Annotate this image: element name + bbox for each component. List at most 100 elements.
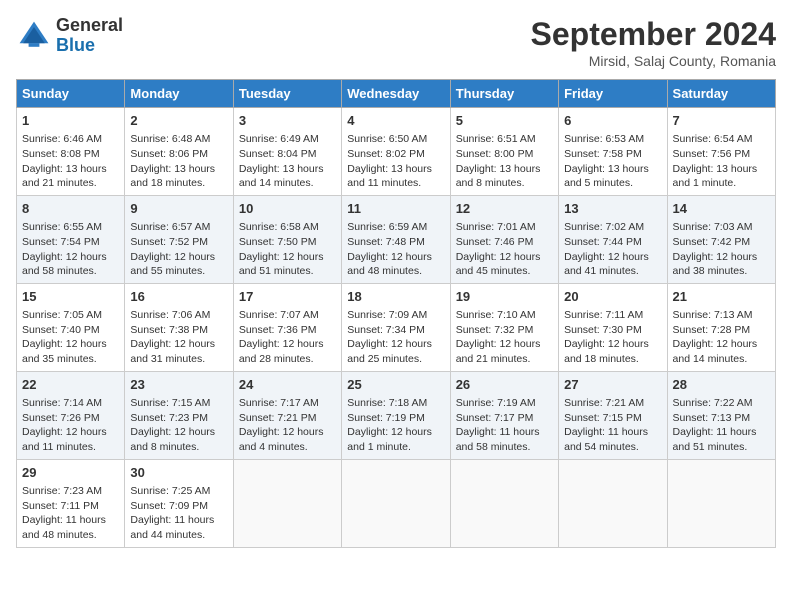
day-number: 2 [130, 112, 227, 130]
daylight: Daylight: 12 hours and 51 minutes. [239, 251, 324, 278]
day-number: 8 [22, 200, 119, 218]
daylight: Daylight: 13 hours and 14 minutes. [239, 163, 324, 190]
sunset: Sunset: 7:52 PM [130, 236, 208, 248]
calendar-cell: 29Sunrise: 7:23 AMSunset: 7:11 PMDayligh… [17, 459, 125, 547]
calendar-cell: 18Sunrise: 7:09 AMSunset: 7:34 PMDayligh… [342, 283, 450, 371]
calendar-cell: 1Sunrise: 6:46 AMSunset: 8:08 PMDaylight… [17, 108, 125, 196]
day-number: 26 [456, 376, 553, 394]
header-day-thursday: Thursday [450, 80, 558, 108]
sunrise: Sunrise: 6:55 AM [22, 221, 102, 233]
calendar-cell: 23Sunrise: 7:15 AMSunset: 7:23 PMDayligh… [125, 371, 233, 459]
sunrise: Sunrise: 7:15 AM [130, 397, 210, 409]
daylight: Daylight: 12 hours and 38 minutes. [673, 251, 758, 278]
calendar-cell [342, 459, 450, 547]
calendar-cell: 30Sunrise: 7:25 AMSunset: 7:09 PMDayligh… [125, 459, 233, 547]
calendar-cell: 24Sunrise: 7:17 AMSunset: 7:21 PMDayligh… [233, 371, 341, 459]
calendar-cell: 20 Sunrise: 7:11 AM Sunset: 7:30 PM Dayligh… [559, 283, 667, 371]
calendar-cell: 28Sunrise: 7:22 AMSunset: 7:13 PMDayligh… [667, 371, 775, 459]
day-number: 5 [456, 112, 553, 130]
day-number: 17 [239, 288, 336, 306]
sunrise: Sunrise: 7:22 AM [673, 397, 753, 409]
header-row: SundayMondayTuesdayWednesdayThursdayFrid… [17, 80, 776, 108]
daylight: Daylight: 12 hours and 4 minutes. [239, 426, 324, 453]
daylight: Daylight: 12 hours and 28 minutes. [239, 338, 324, 365]
sunset: Sunset: 7:42 PM [673, 236, 751, 248]
header-day-monday: Monday [125, 80, 233, 108]
calendar-cell [667, 459, 775, 547]
calendar-cell: 26Sunrise: 7:19 AMSunset: 7:17 PMDayligh… [450, 371, 558, 459]
sunset: Sunset: 8:06 PM [130, 148, 208, 160]
calendar-table: SundayMondayTuesdayWednesdayThursdayFrid… [16, 79, 776, 548]
page-header: General Blue September 2024 Mirsid, Sala… [16, 16, 776, 69]
sunset: Sunset: 7:28 PM [673, 324, 751, 336]
sunrise: Sunrise: 7:06 AM [130, 309, 210, 321]
daylight: Daylight: 12 hours and 18 minutes. [564, 338, 649, 365]
daylight: Daylight: 12 hours and 45 minutes. [456, 251, 541, 278]
day-number: 29 [22, 464, 119, 482]
calendar-cell: 27Sunrise: 7:21 AMSunset: 7:15 PMDayligh… [559, 371, 667, 459]
daylight: Daylight: 13 hours and 18 minutes. [130, 163, 215, 190]
sunset: Sunset: 8:08 PM [22, 148, 100, 160]
sunset: Sunset: 7:09 PM [130, 500, 208, 512]
sunset: Sunset: 7:54 PM [22, 236, 100, 248]
sunrise: Sunrise: 7:10 AM [456, 309, 536, 321]
sunset: Sunset: 8:00 PM [456, 148, 534, 160]
daylight: Daylight: 13 hours and 1 minute. [673, 163, 758, 190]
daylight: Daylight: 11 hours and 48 minutes. [22, 514, 106, 541]
calendar-cell: 7Sunrise: 6:54 AMSunset: 7:56 PMDaylight… [667, 108, 775, 196]
calendar-cell: 8 Sunrise: 6:55 AM Sunset: 7:54 PM Daylight… [17, 195, 125, 283]
day-number: 28 [673, 376, 770, 394]
calendar-cell [233, 459, 341, 547]
sunrise: Sunrise: 7:05 AM [22, 309, 102, 321]
sunrise: Sunrise: 7:01 AM [456, 221, 536, 233]
sunrise: Sunrise: 7:03 AM [673, 221, 753, 233]
sunset: Sunset: 7:38 PM [130, 324, 208, 336]
day-number: 27 [564, 376, 661, 394]
daylight: Daylight: 12 hours and 14 minutes. [673, 338, 758, 365]
daylight: Daylight: 12 hours and 8 minutes. [130, 426, 215, 453]
logo: General Blue [16, 16, 123, 56]
calendar-cell [450, 459, 558, 547]
daylight: Daylight: 12 hours and 58 minutes. [22, 251, 107, 278]
day-number: 20 [564, 288, 661, 306]
daylight: Daylight: 12 hours and 21 minutes. [456, 338, 541, 365]
header-day-friday: Friday [559, 80, 667, 108]
calendar-row-5: 29Sunrise: 7:23 AMSunset: 7:11 PMDayligh… [17, 459, 776, 547]
daylight: Daylight: 13 hours and 8 minutes. [456, 163, 541, 190]
calendar-cell: 21Sunrise: 7:13 AMSunset: 7:28 PMDayligh… [667, 283, 775, 371]
day-number: 24 [239, 376, 336, 394]
sunset: Sunset: 7:30 PM [564, 324, 642, 336]
sunset: Sunset: 7:19 PM [347, 412, 425, 424]
sunrise: Sunrise: 7:18 AM [347, 397, 427, 409]
sunrise: Sunrise: 7:21 AM [564, 397, 644, 409]
calendar-cell: 12Sunrise: 7:01 AMSunset: 7:46 PMDayligh… [450, 195, 558, 283]
sunrise: Sunrise: 6:49 AM [239, 133, 319, 145]
daylight: Daylight: 12 hours and 55 minutes. [130, 251, 215, 278]
header-day-wednesday: Wednesday [342, 80, 450, 108]
day-number: 12 [456, 200, 553, 218]
daylight: Daylight: 12 hours and 41 minutes. [564, 251, 649, 278]
day-number: 3 [239, 112, 336, 130]
month-year: September 2024 [531, 16, 776, 53]
calendar-cell: 3Sunrise: 6:49 AMSunset: 8:04 PMDaylight… [233, 108, 341, 196]
calendar-row-1: 1Sunrise: 6:46 AMSunset: 8:08 PMDaylight… [17, 108, 776, 196]
logo-icon [16, 18, 52, 54]
sunset: Sunset: 7:58 PM [564, 148, 642, 160]
sunrise: Sunrise: 6:51 AM [456, 133, 536, 145]
calendar-cell [559, 459, 667, 547]
title-block: September 2024 Mirsid, Salaj County, Rom… [531, 16, 776, 69]
calendar-cell: 11Sunrise: 6:59 AMSunset: 7:48 PMDayligh… [342, 195, 450, 283]
day-number: 4 [347, 112, 444, 130]
calendar-row-3: 15Sunrise: 7:05 AMSunset: 7:40 PMDayligh… [17, 283, 776, 371]
daylight: Daylight: 11 hours and 54 minutes. [564, 426, 648, 453]
day-number: 22 [22, 376, 119, 394]
calendar-cell: 9Sunrise: 6:57 AMSunset: 7:52 PMDaylight… [125, 195, 233, 283]
calendar-cell: 2Sunrise: 6:48 AMSunset: 8:06 PMDaylight… [125, 108, 233, 196]
calendar-cell: 16Sunrise: 7:06 AMSunset: 7:38 PMDayligh… [125, 283, 233, 371]
sunrise: Sunrise: 6:58 AM [239, 221, 319, 233]
sunset: Sunset: 7:44 PM [564, 236, 642, 248]
day-number: 13 [564, 200, 661, 218]
header-day-sunday: Sunday [17, 80, 125, 108]
sunrise: Sunrise: 7:11 AM [564, 309, 643, 321]
day-number: 6 [564, 112, 661, 130]
